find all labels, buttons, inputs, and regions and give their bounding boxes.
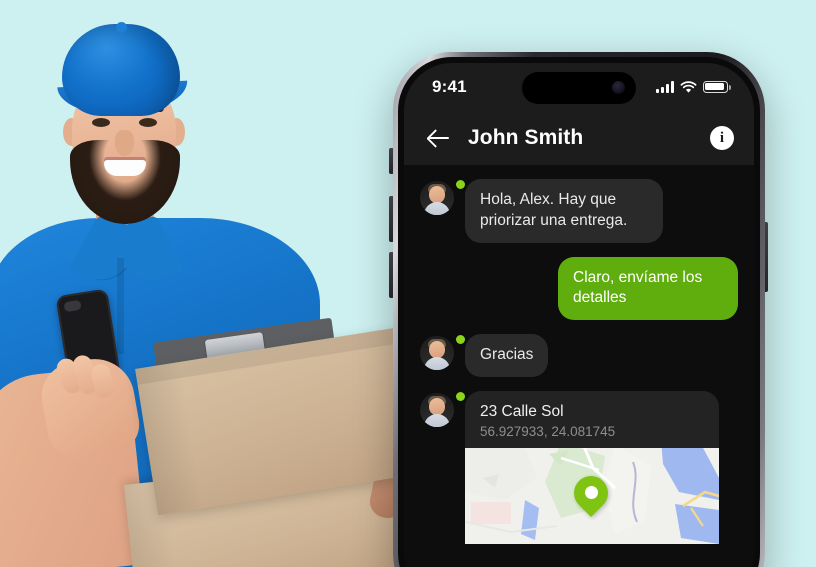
status-bar-clock: 9:41	[432, 77, 467, 96]
phone-screen: 9:41 John Smith i Hola, Alex. Hay que pr…	[404, 63, 754, 567]
chat-title: John Smith	[468, 126, 584, 149]
courier-photo	[0, 0, 420, 567]
chat-header: John Smith i	[404, 111, 754, 165]
contact-avatar[interactable]	[420, 392, 454, 427]
location-card[interactable]: 23 Calle Sol 56.927933, 24.081745	[465, 390, 719, 545]
courier-eye-left	[92, 118, 110, 127]
message-bubble[interactable]: Gracias	[465, 334, 549, 377]
location-map-preview[interactable]	[465, 448, 719, 545]
dynamic-island	[522, 72, 636, 104]
phone-bezel: 9:41 John Smith i Hola, Alex. Hay que pr…	[398, 57, 760, 567]
status-bar-indicators	[656, 80, 731, 94]
phone-device: 9:41 John Smith i Hola, Alex. Hay que pr…	[393, 52, 765, 567]
message-bubble[interactable]: Claro, envíame los detalles	[558, 256, 738, 321]
cap-button	[116, 22, 127, 33]
message-row-incoming: Hola, Alex. Hay que priorizar una entreg…	[420, 179, 738, 243]
front-camera-icon	[612, 81, 625, 94]
battery-full-icon	[703, 80, 731, 94]
location-address: 23 Calle Sol	[480, 402, 564, 420]
message-row-incoming: Gracias	[420, 334, 738, 377]
courier-nose	[115, 130, 134, 156]
location-card-header: 23 Calle Sol 56.927933, 24.081745	[465, 391, 719, 449]
message-row-location: 23 Calle Sol 56.927933, 24.081745	[420, 390, 738, 545]
courier-smile	[104, 160, 146, 176]
location-coordinates: 56.927933, 24.081745	[480, 424, 616, 440]
message-row-outgoing: Claro, envíame los detalles	[420, 256, 738, 321]
back-arrow-icon[interactable]	[426, 125, 452, 151]
map-pin-icon	[566, 469, 616, 522]
info-circle-icon[interactable]: i	[710, 126, 734, 150]
presence-online-indicator	[456, 180, 465, 189]
scene-root: 9:41 John Smith i Hola, Alex. Hay que pr…	[0, 0, 816, 567]
contact-avatar[interactable]	[420, 181, 454, 215]
cellular-bars-icon	[656, 81, 674, 93]
message-list[interactable]: Hola, Alex. Hay que priorizar una entreg…	[404, 165, 754, 567]
shirt-placket	[117, 258, 124, 354]
contact-avatar[interactable]	[420, 336, 454, 371]
message-bubble[interactable]: Hola, Alex. Hay que priorizar una entreg…	[465, 179, 663, 243]
presence-online-indicator	[456, 335, 465, 345]
avatar-wrapper	[420, 391, 465, 427]
wifi-icon	[680, 80, 697, 93]
avatar-wrapper	[420, 334, 465, 371]
avatar-wrapper	[420, 179, 465, 215]
status-bar: 9:41	[404, 63, 754, 111]
presence-online-indicator	[456, 391, 465, 401]
cap-crown	[62, 24, 180, 116]
courier-eye-right	[139, 118, 157, 127]
